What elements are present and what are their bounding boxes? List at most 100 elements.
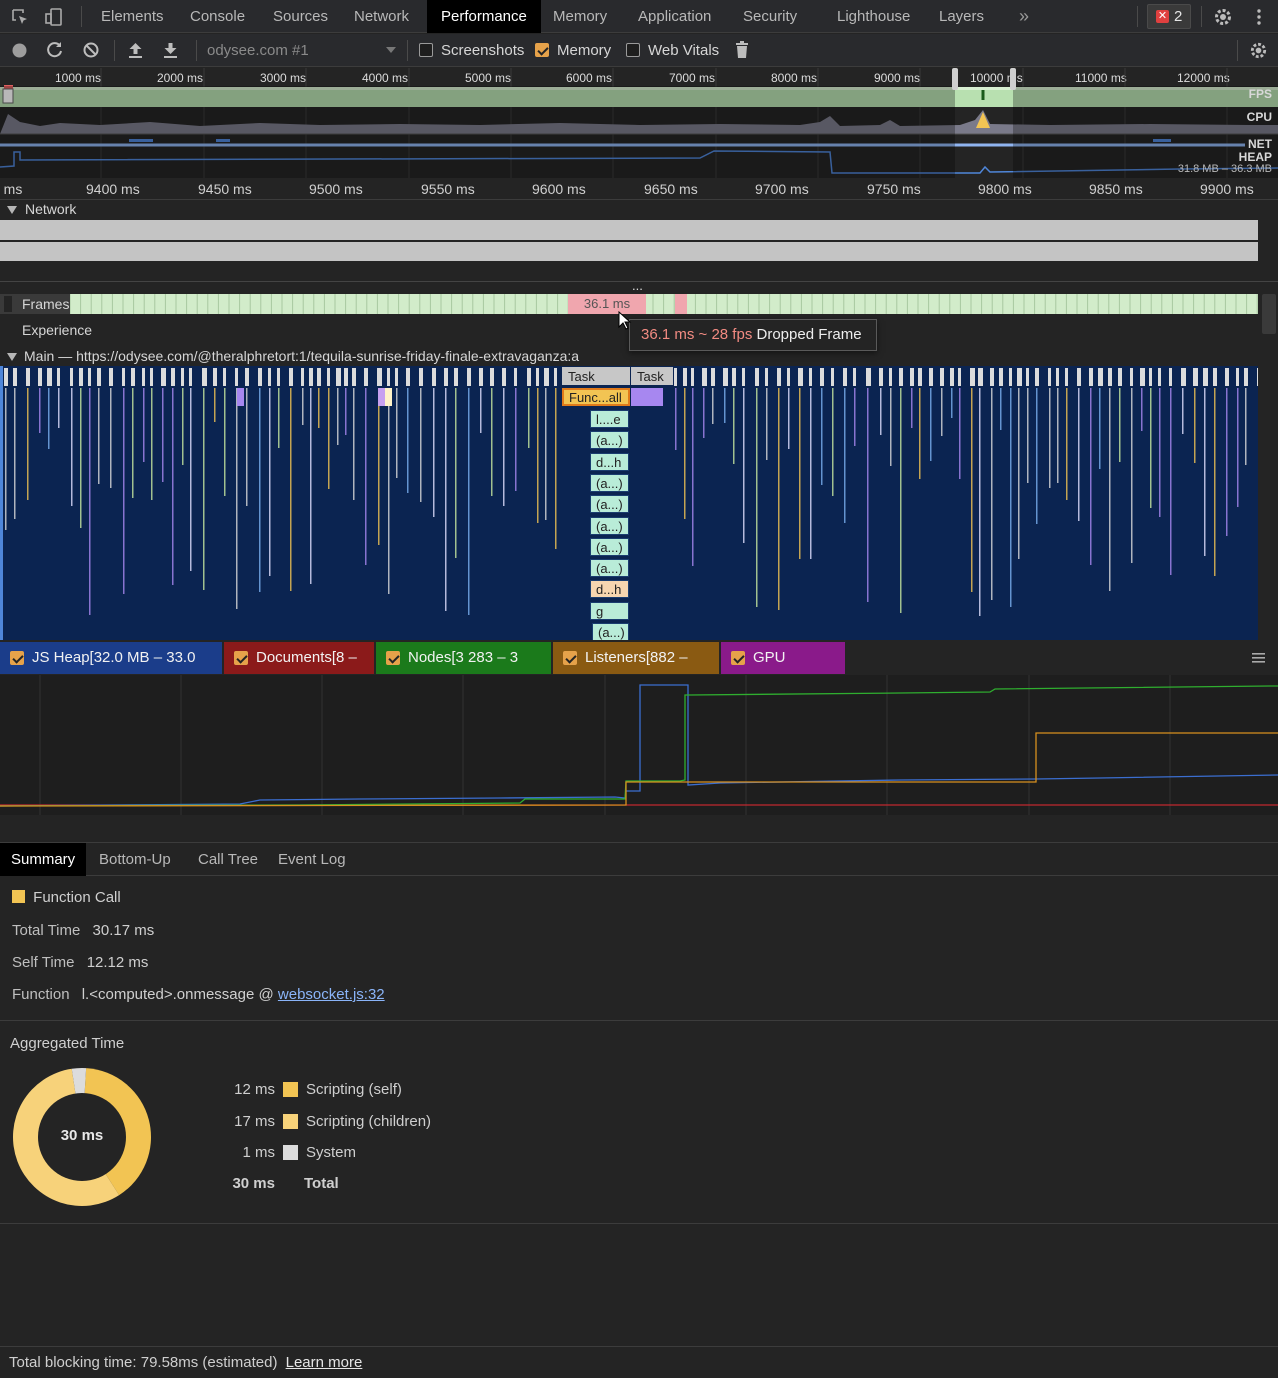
counter-checkbox[interactable] [386, 651, 400, 665]
tab-memory[interactable]: Memory [539, 0, 621, 33]
error-count-badge[interactable]: ✕ 2 [1147, 4, 1191, 29]
screenshots-label: Screenshots [441, 42, 525, 59]
more-options-kebab-icon[interactable] [1249, 7, 1269, 27]
net-label: NET [1248, 137, 1272, 151]
call-stack-frame[interactable]: g [590, 601, 629, 620]
ruler-tick-label: 0 ms [0, 181, 23, 197]
target-select[interactable]: odysee.com #1 [207, 42, 309, 59]
web-vitals-checkbox[interactable] [626, 43, 640, 57]
aggregated-category-label: System [306, 1144, 357, 1161]
hamburger-menu-icon[interactable] [1252, 652, 1266, 664]
category-swatch [283, 1145, 298, 1160]
inspect-element-icon[interactable] [10, 7, 30, 27]
toolbar-divider [407, 40, 408, 61]
function-call-bar[interactable]: Func...all [562, 388, 630, 406]
tab-event-log[interactable]: Event Log [267, 843, 357, 876]
chevron-down-icon[interactable] [386, 47, 396, 53]
tab-network[interactable]: Network [340, 0, 423, 33]
network-track-header[interactable]: Network [0, 201, 76, 217]
tab-performance[interactable]: Performance [427, 0, 541, 33]
screenshots-checkbox[interactable] [419, 43, 433, 57]
category-swatch [283, 1082, 298, 1097]
call-stack-frame[interactable]: d...h [590, 452, 629, 471]
learn-more-link[interactable]: Learn more [286, 1354, 363, 1371]
function-call-swatch [12, 890, 25, 903]
dropped-frame-bar[interactable]: 36.1 ms [568, 294, 646, 314]
reload-record-icon[interactable] [46, 41, 64, 59]
call-stack-frame[interactable]: (a...) [590, 431, 629, 450]
ruler-tick-label: 9550 ms [421, 181, 475, 197]
counter-checkbox[interactable] [234, 651, 248, 665]
flame-background-slices [4, 368, 1258, 616]
tab-console[interactable]: Console [176, 0, 259, 33]
toolbar-divider [114, 40, 115, 61]
ruler-tick-label: 9650 ms [644, 181, 698, 197]
panel-spacer [0, 815, 1278, 842]
aggregated-value: 17 ms [234, 1112, 275, 1130]
main-track-header[interactable]: Main — https://odysee.com/@theralphretor… [0, 348, 579, 364]
script-bar[interactable] [631, 388, 663, 406]
nodes-counter[interactable]: Nodes[3 283 – 3 388] [376, 642, 551, 698]
task-bar[interactable]: Task [631, 367, 673, 385]
tab-lighthouse[interactable]: Lighthouse [823, 0, 924, 33]
garbage-collect-trash-icon[interactable] [735, 41, 749, 59]
heap-range-label: 31.8 MB – 36.3 MB [1177, 163, 1272, 175]
tab-sources[interactable]: Sources [259, 0, 342, 33]
call-stack-frame[interactable]: (a...) [590, 516, 629, 535]
call-stack-frame[interactable]: (a...) [592, 623, 629, 640]
ruler-tick-label: 9500 ms [309, 181, 363, 197]
counter-checkbox[interactable] [10, 651, 24, 665]
flame-scrollbar-thumb[interactable] [1262, 294, 1276, 334]
tab-application[interactable]: Application [624, 0, 725, 33]
cpu-label: CPU [1246, 110, 1272, 124]
clear-icon[interactable] [82, 41, 100, 59]
documents-counter[interactable]: Documents[8 – 8] [224, 642, 374, 698]
time-ruler: 0 ms 9400 ms 9450 ms 9500 ms 9550 ms 9600 ms 9… [0, 179, 1278, 200]
details-tab-bar: Summary Bottom-Up Call Tree Event Log [0, 842, 1278, 876]
counter-checkbox[interactable] [563, 651, 577, 665]
frames-track-label: Frames [22, 296, 70, 312]
call-stack-frame[interactable]: (a...) [590, 537, 629, 556]
function-name: l.<computed>.onmessage @ [81, 986, 274, 1003]
upload-profile-icon[interactable] [127, 41, 144, 59]
call-stack-frame[interactable]: (a...) [590, 495, 629, 514]
section-divider [0, 1223, 1278, 1224]
call-stack-frame[interactable]: l....e [590, 410, 629, 428]
timeline-overview[interactable]: 1000 ms 2000 ms 3000 ms 4000 ms 5000 ms 6000 … [0, 68, 1278, 178]
total-time-value: 30.17 ms [92, 922, 155, 939]
call-stack-frame[interactable]: (a...) [590, 559, 629, 578]
devtools-tab-bar: Elements Console Sources Network Perform… [0, 0, 1278, 33]
tab-elements[interactable]: Elements [87, 0, 178, 33]
capture-settings-gear-icon[interactable] [1249, 41, 1268, 60]
js-heap-counter[interactable]: JS Heap[32.0 MB – 33.0 MB] [0, 642, 222, 698]
dropped-frame-bar[interactable] [675, 294, 687, 314]
record-icon[interactable] [11, 42, 28, 59]
more-tabs-chevron-icon[interactable]: » [1005, 0, 1043, 33]
summary-title-text: Function Call [33, 889, 121, 906]
self-time-label: Self Time [12, 954, 75, 971]
task-bar[interactable]: Task [562, 367, 630, 385]
category-swatch [283, 1113, 298, 1129]
tab-bottom-up[interactable]: Bottom-Up [88, 843, 182, 876]
memory-checkbox[interactable] [535, 43, 549, 57]
toolbar-divider [81, 6, 82, 27]
call-stack-frame[interactable]: (a...) [590, 473, 629, 492]
settings-gear-icon[interactable] [1213, 7, 1233, 27]
section-divider [0, 1020, 1278, 1021]
tab-security[interactable]: Security [729, 0, 811, 33]
tab-summary[interactable]: Summary [0, 843, 87, 876]
gpu-memory-counter[interactable]: GPU Memory [721, 642, 845, 698]
counter-checkbox[interactable] [731, 651, 745, 665]
resize-ellipsis[interactable]: ... [632, 278, 643, 293]
tab-layers[interactable]: Layers [925, 0, 998, 33]
function-source-link[interactable]: websocket.js:32 [278, 986, 385, 1003]
frames-label-marker [4, 296, 12, 312]
download-profile-icon[interactable] [162, 41, 179, 59]
listeners-counter[interactable]: Listeners[882 – 887] [553, 642, 719, 698]
tab-call-tree[interactable]: Call Tree [187, 843, 269, 876]
device-toolbar-icon[interactable] [44, 7, 64, 27]
main-thread-flame-chart[interactable]: Task Task Func...all l....e (a...) d...h (a… [0, 366, 1258, 640]
call-stack-frame[interactable]: d...h [590, 580, 629, 599]
experience-track-label[interactable]: Experience [22, 322, 92, 338]
donut-center-label: 30 ms [60, 1127, 104, 1144]
